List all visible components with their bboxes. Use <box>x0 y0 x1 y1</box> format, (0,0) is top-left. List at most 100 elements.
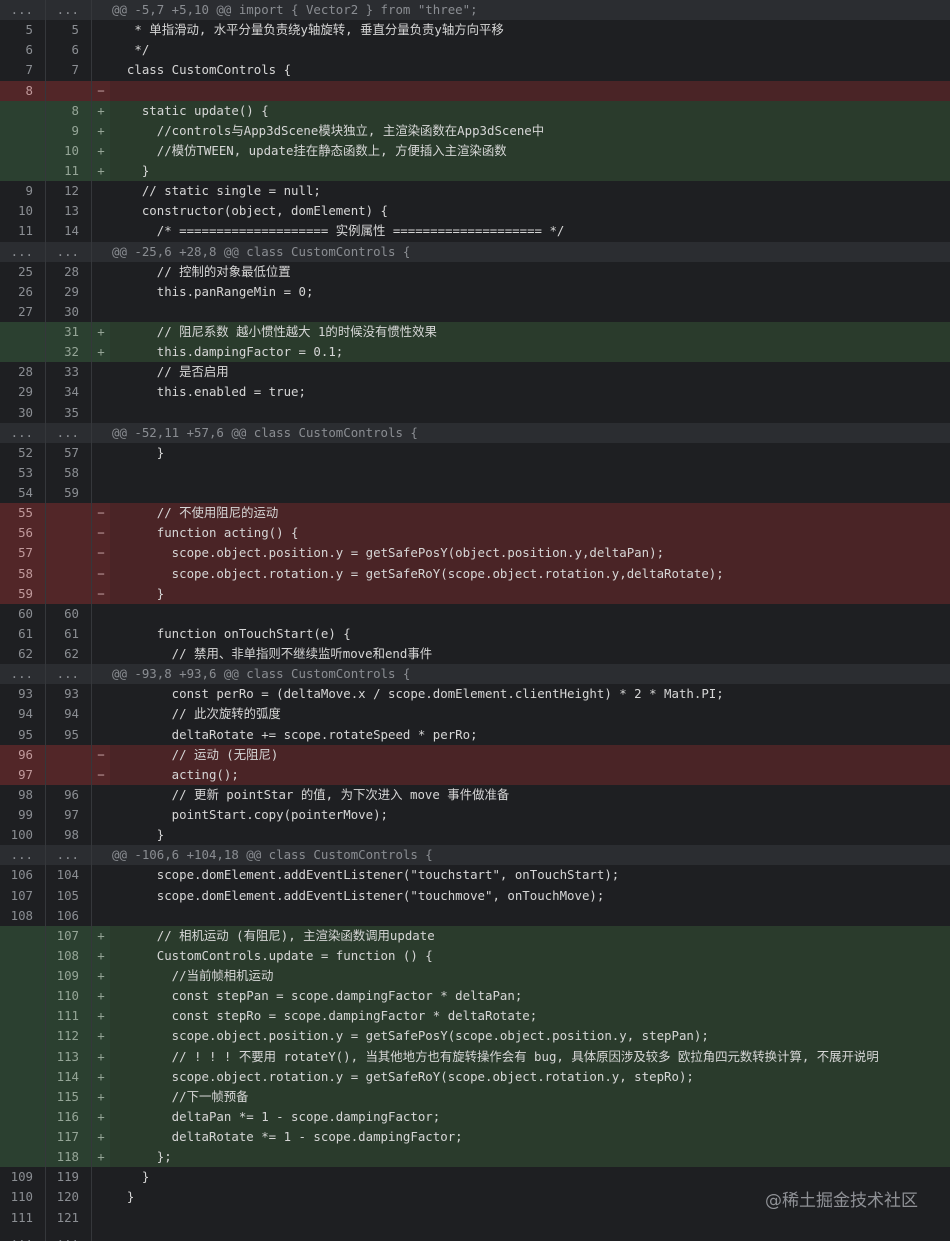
new-line-number: 117 <box>46 1127 92 1148</box>
change-marker: + <box>92 161 110 182</box>
old-line-number: 55 <box>0 503 46 524</box>
new-line-number: ... <box>46 845 92 866</box>
old-line-number: 56 <box>0 523 46 544</box>
old-line-number <box>0 1026 46 1047</box>
new-line-number: 98 <box>46 825 92 846</box>
code-text: } <box>112 1169 150 1185</box>
old-line-number: 59 <box>0 583 46 604</box>
diff-view: ...... @@ -5,7 +5,10 @@ import { Vector2 … <box>0 0 950 1241</box>
old-line-number <box>0 120 46 141</box>
code-text: //模仿TWEEN, update挂在静态函数上, 方便插入主渲染函数 <box>112 142 507 158</box>
new-line-number: 108 <box>46 945 92 966</box>
code-text: CustomControls.update = function () { <box>112 947 433 963</box>
code-text: // 禁用、非单指则不继续监听move和end事件 <box>112 646 433 661</box>
code-text: static update() { <box>112 102 269 118</box>
code-text: * 单指滑动, 水平分量负责绕y轴旋转, 垂直分量负责y轴方向平移 <box>112 22 504 38</box>
new-line-number: ... <box>46 0 92 21</box>
code-text: const perRo = (deltaMove.x / scope.domEl… <box>112 686 724 702</box>
context-line: 77 class CustomControls { <box>0 60 950 81</box>
change-marker <box>92 1208 110 1228</box>
code-text: // 相机运动 (有阻尼), 主渲染函数调用update <box>112 927 435 943</box>
change-marker <box>92 725 110 745</box>
old-line-number: 109 <box>0 1167 46 1188</box>
new-line-number <box>46 583 92 604</box>
change-marker <box>92 684 110 704</box>
hunk-header: ...... @@ -25,6 +28,8 @@ class CustomCont… <box>0 241 950 262</box>
change-marker: + <box>92 1106 110 1127</box>
new-line-number: ... <box>46 664 92 685</box>
old-line-number: 58 <box>0 563 46 584</box>
code-text: deltaPan *= 1 - scope.dampingFactor; <box>112 1108 441 1124</box>
code-text: this.enabled = true; <box>112 384 306 400</box>
old-line-number <box>0 1046 46 1067</box>
code-text: // 是否启用 <box>112 364 229 380</box>
added-line: 107 + // 相机运动 (有阻尼), 主渲染函数调用update <box>0 925 950 946</box>
code-text: scope.object.rotation.y = getSafeRoY(sco… <box>112 1068 694 1084</box>
old-line-number: ... <box>0 241 46 262</box>
added-line: 9 + //controls与App3dScene模块独立, 主渲染函数在App3… <box>0 120 950 141</box>
old-line-number: 94 <box>0 704 46 725</box>
code-text: // static single = null; <box>112 183 321 199</box>
change-marker <box>92 463 110 483</box>
context-line: 10 13 constructor(object, domElement) { <box>0 201 950 222</box>
code-text: constructor(object, domElement) { <box>112 203 389 219</box>
change-marker <box>92 483 110 503</box>
change-marker <box>92 845 110 865</box>
new-line-number: 14 <box>46 221 92 242</box>
code-text: scope.object.rotation.y = getSafeRoY(sco… <box>112 565 724 581</box>
code-text: } <box>112 585 165 601</box>
new-line-number: 28 <box>46 261 92 282</box>
old-line-number: 106 <box>0 865 46 886</box>
added-line: 110 + const stepPan = scope.dampingFactor… <box>0 986 950 1007</box>
context-line: 52 57 } <box>0 442 950 463</box>
new-line-number: 35 <box>46 402 92 423</box>
old-line-number: 61 <box>0 623 46 644</box>
change-marker <box>92 262 110 282</box>
new-line-number: 60 <box>46 603 92 624</box>
change-marker: − <box>92 543 110 564</box>
hunk-header: ...... @@ -93,8 +93,6 @@ class CustomCont… <box>0 664 950 685</box>
old-line-number <box>0 322 46 343</box>
old-line-number <box>0 342 46 363</box>
deleted-line: 57 − scope.object.position.y = getSafePos… <box>0 543 950 564</box>
old-line-number: 95 <box>0 724 46 745</box>
change-marker: + <box>92 1046 110 1067</box>
old-line-number: ... <box>0 1227 46 1241</box>
change-marker <box>92 604 110 624</box>
context-line: 93 93 const perRo = (deltaMove.x / scope.… <box>0 684 950 705</box>
old-line-number: 100 <box>0 825 46 846</box>
code-text: scope.object.position.y = getSafePosY(sc… <box>112 1028 709 1044</box>
change-marker: − <box>92 503 110 524</box>
new-line-number: 110 <box>46 986 92 1007</box>
new-line-number: 59 <box>46 483 92 504</box>
watermark: @稀土掘金技术社区 <box>765 1191 918 1211</box>
code-text: //下一帧预备 <box>112 1088 249 1104</box>
added-line: 8 + static update() { <box>0 100 950 121</box>
context-line: 26 29 this.panRangeMin = 0; <box>0 281 950 302</box>
context-line: 107 105 scope.domElement.addEventListener… <box>0 885 950 906</box>
old-line-number: 107 <box>0 885 46 906</box>
code-text: //当前帧相机运动 <box>112 968 274 983</box>
old-line-number <box>0 140 46 161</box>
old-line-number <box>0 986 46 1007</box>
added-line: 114 + scope.object.rotation.y = getSafeRo… <box>0 1066 950 1087</box>
change-marker <box>92 362 110 382</box>
code-text: scope.domElement.addEventListener("touch… <box>112 867 620 883</box>
code-text: function acting() { <box>112 525 299 541</box>
change-marker <box>92 60 110 80</box>
new-line-number: 114 <box>46 1066 92 1087</box>
hunk-header: ...... @@ -106,6 +104,18 @@ class CustomC… <box>0 845 950 866</box>
context-line: 106 104 scope.domElement.addEventListener… <box>0 865 950 886</box>
old-line-number <box>0 100 46 121</box>
old-line-number: 52 <box>0 442 46 463</box>
deleted-line: 8− <box>0 80 950 101</box>
code-text: class CustomControls { <box>112 62 292 78</box>
change-marker: + <box>92 1086 110 1107</box>
old-line-number: 27 <box>0 301 46 322</box>
new-line-number: ... <box>46 241 92 262</box>
old-line-number: 57 <box>0 543 46 564</box>
old-line-number: 9 <box>0 181 46 202</box>
old-line-number <box>0 1006 46 1027</box>
new-line-number: 120 <box>46 1187 92 1208</box>
